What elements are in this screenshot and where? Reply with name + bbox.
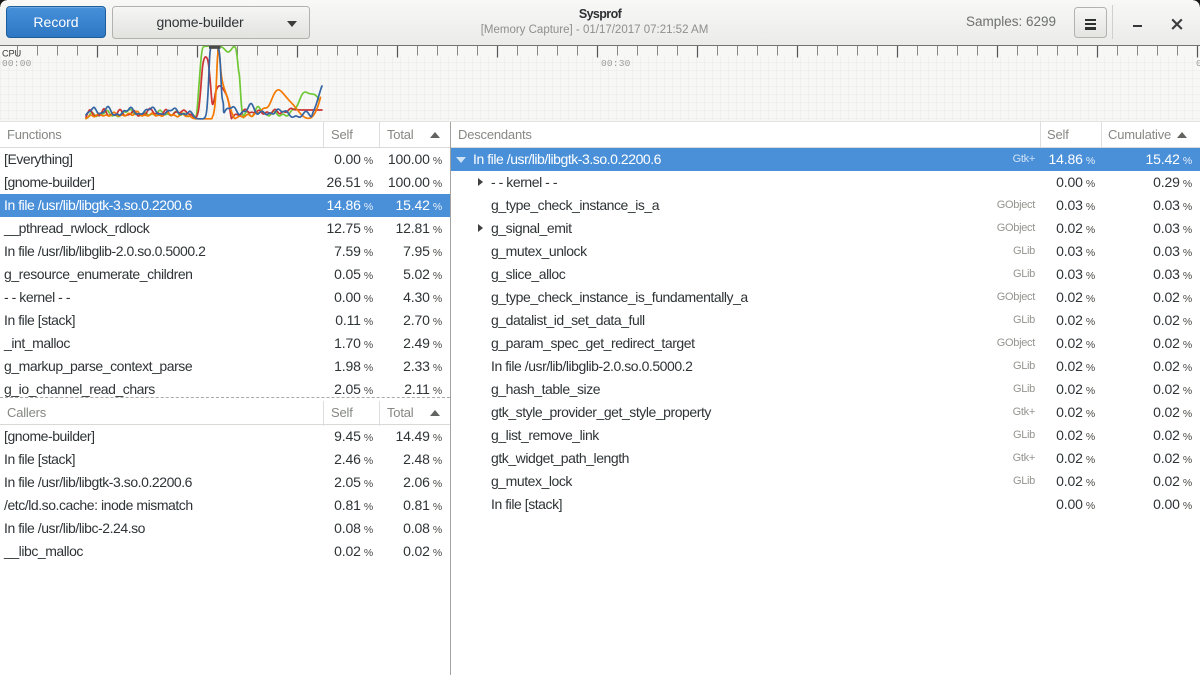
svg-text:00:30: 00:30: [601, 58, 631, 69]
svg-text:01:00: 01:00: [1196, 58, 1200, 69]
svg-text:00:00: 00:00: [2, 58, 32, 69]
